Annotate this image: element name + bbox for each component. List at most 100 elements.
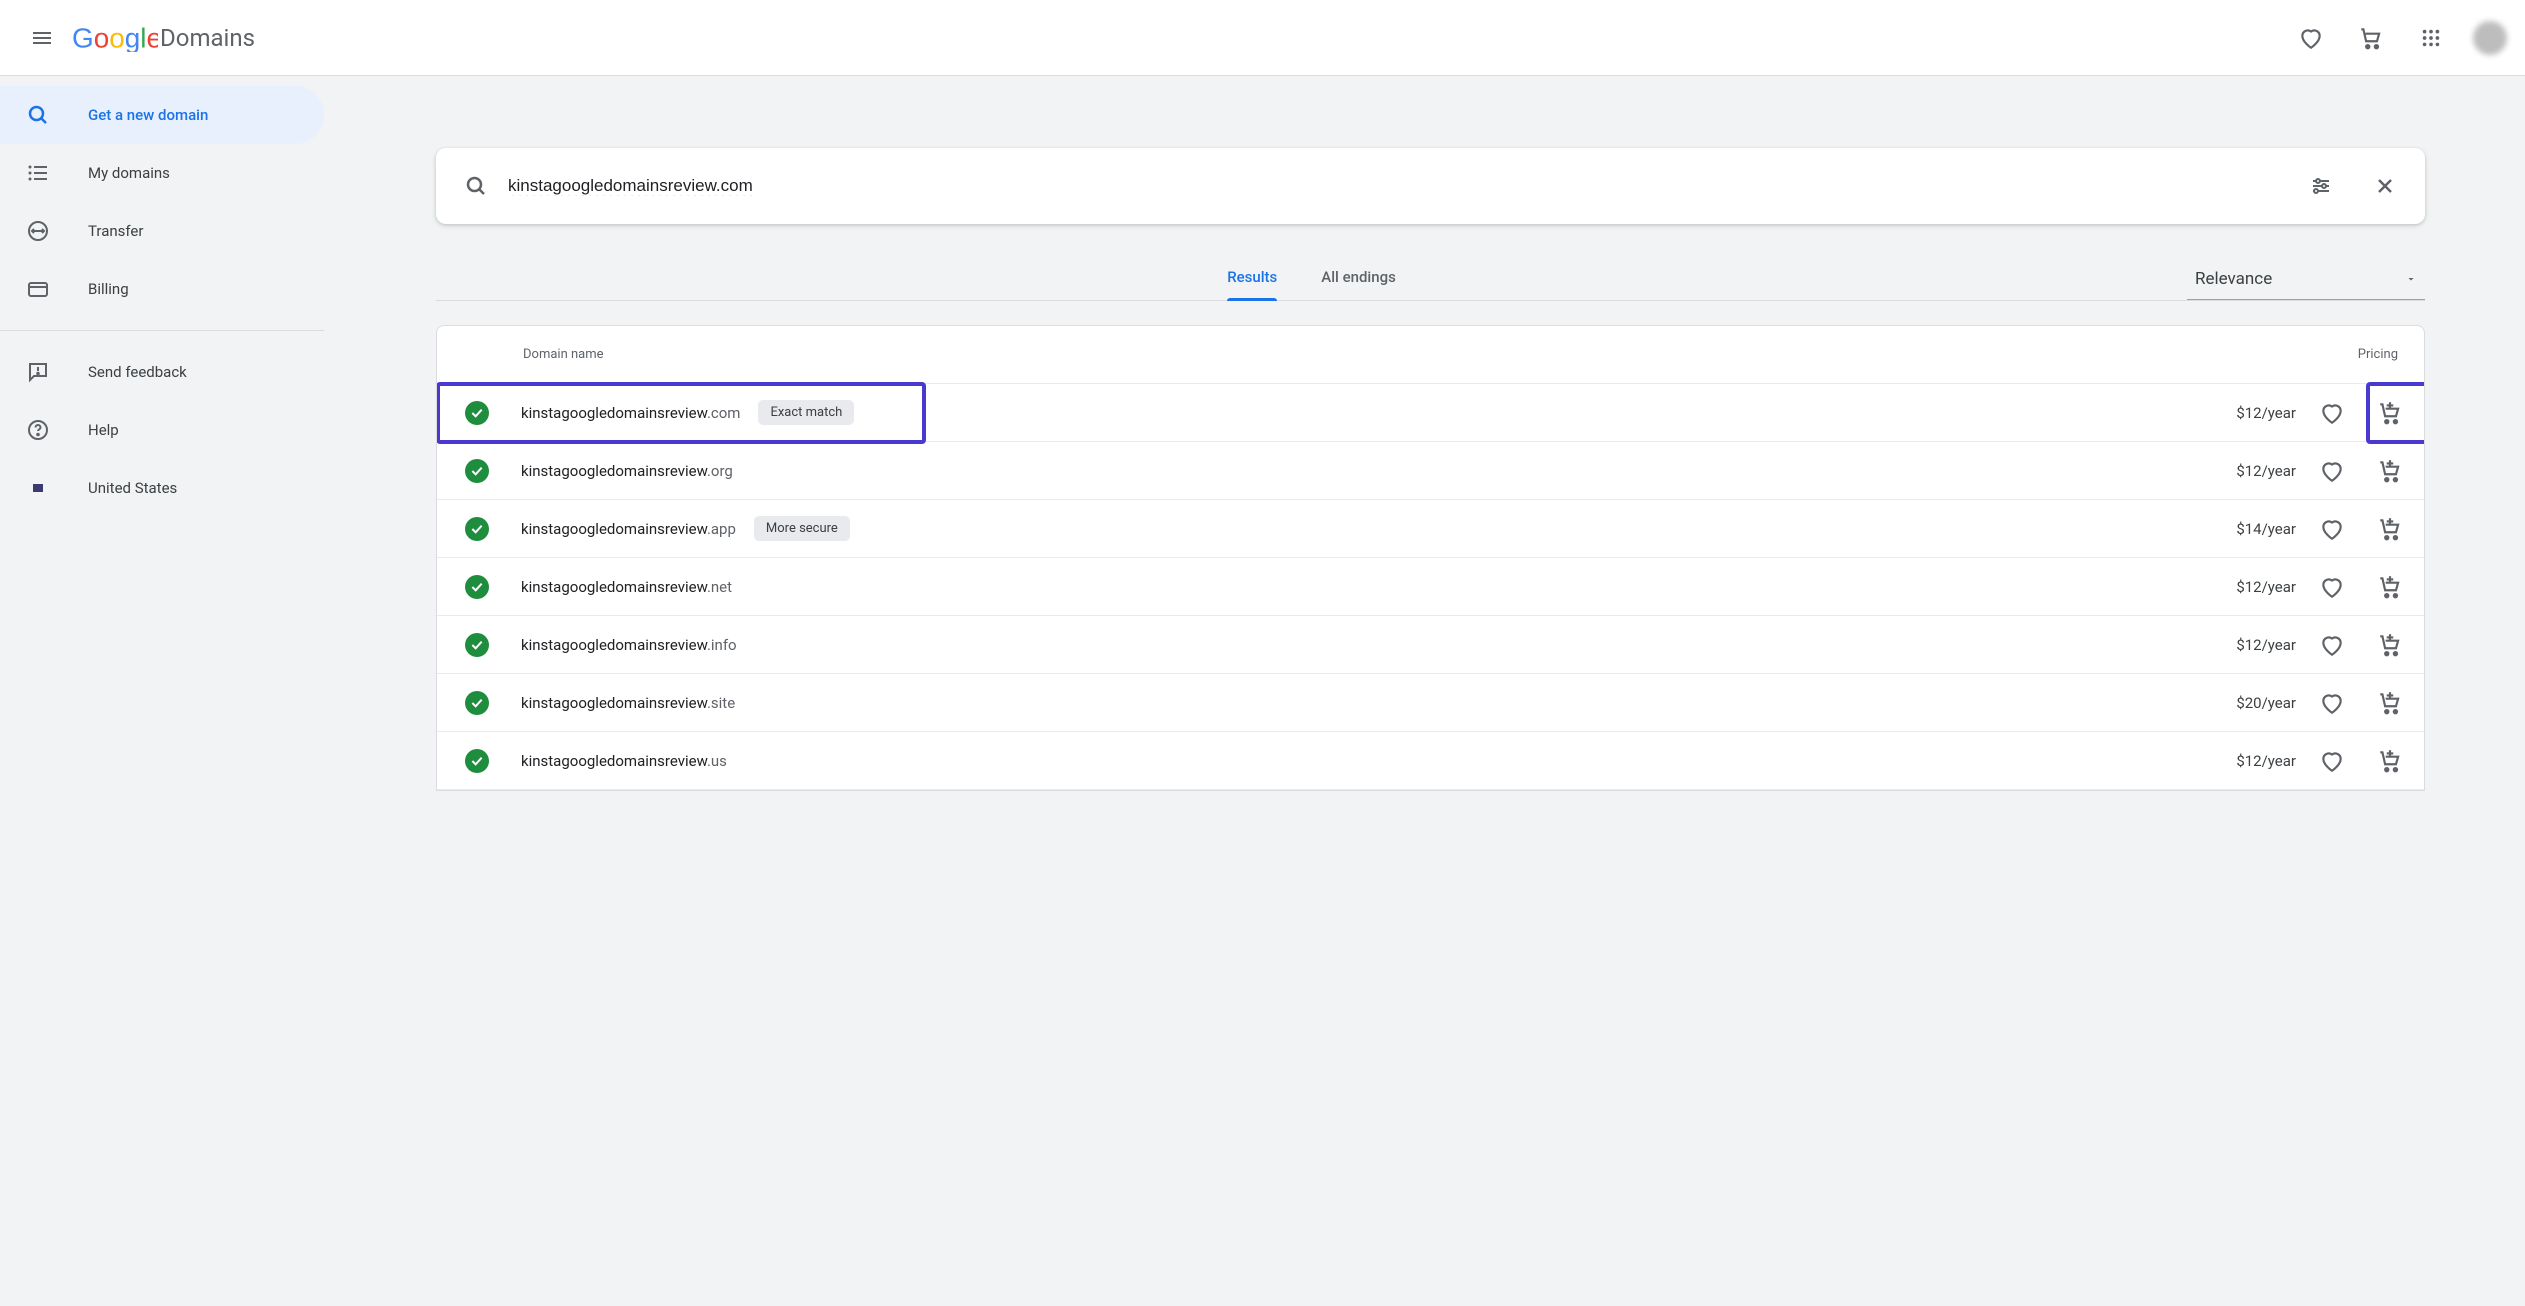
sidebar-item-label: United States bbox=[88, 479, 177, 497]
domain-name: kinstagoogledomainsreview.org bbox=[521, 462, 733, 480]
available-check-icon bbox=[465, 459, 489, 483]
domain-tag: Exact match bbox=[758, 400, 854, 425]
result-row[interactable]: kinstagoogledomainsreview.site $20/year bbox=[437, 674, 2424, 732]
heart-icon bbox=[2298, 25, 2324, 51]
tune-icon bbox=[2309, 174, 2333, 198]
price-label: $14/year bbox=[2236, 520, 2296, 538]
domain-tld: .net bbox=[707, 578, 732, 596]
sidebar-item-transfer[interactable]: Transfer bbox=[0, 202, 324, 260]
sidebar-item-country[interactable]: United States bbox=[0, 459, 324, 517]
domain-search-input[interactable] bbox=[508, 176, 2279, 196]
domain-tld: .com bbox=[707, 404, 741, 422]
favorite-button[interactable] bbox=[2310, 739, 2354, 783]
svg-text:Google: Google bbox=[72, 24, 158, 52]
result-row[interactable]: kinstagoogledomainsreview.app More secur… bbox=[437, 500, 2424, 558]
favorites-button[interactable] bbox=[2287, 14, 2335, 62]
add-to-cart-button[interactable] bbox=[2368, 391, 2412, 435]
sidebar-item-get-domain[interactable]: Get a new domain bbox=[0, 86, 324, 144]
favorite-button[interactable] bbox=[2310, 507, 2354, 551]
header: Google Domains bbox=[0, 0, 2525, 76]
add-to-cart-button[interactable] bbox=[2368, 739, 2412, 783]
tab-all-endings[interactable]: All endings bbox=[1299, 268, 1418, 300]
add-to-cart-button[interactable] bbox=[2368, 565, 2412, 609]
domain-tag: More secure bbox=[754, 516, 850, 541]
sidebar-item-label: Help bbox=[88, 421, 119, 439]
sidebar-item-label: Send feedback bbox=[88, 363, 187, 381]
feedback-icon bbox=[26, 360, 50, 384]
apps-button[interactable] bbox=[2407, 14, 2455, 62]
close-icon bbox=[2373, 174, 2397, 198]
tab-results[interactable]: Results bbox=[1205, 268, 1299, 300]
main-content: Results All endings Relevance Domain nam… bbox=[324, 76, 2525, 1306]
sidebar-item-billing[interactable]: Billing bbox=[0, 260, 324, 318]
price-label: $12/year bbox=[2236, 462, 2296, 480]
domain-name: kinstagoogledomainsreview.com bbox=[521, 404, 740, 422]
favorite-button[interactable] bbox=[2310, 391, 2354, 435]
domain-tld: .info bbox=[707, 636, 737, 654]
price-label: $12/year bbox=[2236, 578, 2296, 596]
avatar[interactable] bbox=[2473, 21, 2507, 55]
sort-selected-label: Relevance bbox=[2195, 269, 2272, 289]
transfer-icon bbox=[26, 219, 50, 243]
result-row[interactable]: kinstagoogledomainsreview.info $12/year bbox=[437, 616, 2424, 674]
list-icon bbox=[26, 161, 50, 185]
cart-icon bbox=[2358, 25, 2384, 51]
sidebar-divider bbox=[0, 330, 324, 331]
sidebar-item-my-domains[interactable]: My domains bbox=[0, 144, 324, 202]
domain-tld: .us bbox=[707, 752, 727, 770]
results-header-row: Domain name Pricing bbox=[437, 326, 2424, 384]
available-check-icon bbox=[465, 517, 489, 541]
domain-tld: .org bbox=[707, 462, 733, 480]
price-label: $12/year bbox=[2236, 636, 2296, 654]
result-row[interactable]: kinstagoogledomainsreview.us $12/year bbox=[437, 732, 2424, 790]
sidebar-item-help[interactable]: Help bbox=[0, 401, 324, 459]
menu-icon bbox=[30, 26, 54, 50]
add-to-cart-button[interactable] bbox=[2368, 507, 2412, 551]
favorite-button[interactable] bbox=[2310, 681, 2354, 725]
favorite-button[interactable] bbox=[2310, 623, 2354, 667]
domain-tld: .app bbox=[707, 520, 736, 538]
sidebar-item-label: Billing bbox=[88, 280, 129, 298]
available-check-icon bbox=[465, 633, 489, 657]
sidebar-item-label: My domains bbox=[88, 164, 170, 182]
credit-card-icon bbox=[26, 277, 50, 301]
domain-search-box bbox=[436, 148, 2425, 224]
chevron-down-icon bbox=[2405, 273, 2417, 285]
search-icon bbox=[464, 174, 488, 198]
domain-name: kinstagoogledomainsreview.us bbox=[521, 752, 727, 770]
domain-tld: .site bbox=[707, 694, 735, 712]
cart-button[interactable] bbox=[2347, 14, 2395, 62]
price-label: $12/year bbox=[2236, 752, 2296, 770]
domain-name: kinstagoogledomainsreview.app bbox=[521, 520, 736, 538]
favorite-button[interactable] bbox=[2310, 449, 2354, 493]
result-row[interactable]: kinstagoogledomainsreview.org $12/year bbox=[437, 442, 2424, 500]
hamburger-menu-button[interactable] bbox=[18, 14, 66, 62]
available-check-icon bbox=[465, 401, 489, 425]
domain-name: kinstagoogledomainsreview.net bbox=[521, 578, 732, 596]
available-check-icon bbox=[465, 691, 489, 715]
sidebar-item-feedback[interactable]: Send feedback bbox=[0, 343, 324, 401]
help-icon bbox=[26, 418, 50, 442]
search-settings-button[interactable] bbox=[2299, 164, 2343, 208]
logo[interactable]: Google Domains bbox=[72, 24, 255, 52]
add-to-cart-button[interactable] bbox=[2368, 681, 2412, 725]
add-to-cart-button[interactable] bbox=[2368, 449, 2412, 493]
sidebar-item-label: Transfer bbox=[88, 222, 143, 240]
domain-name: kinstagoogledomainsreview.site bbox=[521, 694, 735, 712]
domain-name: kinstagoogledomainsreview.info bbox=[521, 636, 737, 654]
sort-dropdown[interactable]: Relevance bbox=[2187, 269, 2425, 300]
available-check-icon bbox=[465, 575, 489, 599]
apps-grid-icon bbox=[2420, 27, 2442, 49]
result-row[interactable]: kinstagoogledomainsreview.com Exact matc… bbox=[437, 384, 2424, 442]
column-header-price: Pricing bbox=[2218, 347, 2398, 362]
price-label: $12/year bbox=[2236, 404, 2296, 422]
result-row[interactable]: kinstagoogledomainsreview.net $12/year bbox=[437, 558, 2424, 616]
google-logo-icon: Google bbox=[72, 24, 158, 52]
column-header-name: Domain name bbox=[523, 347, 2218, 362]
search-icon bbox=[26, 103, 50, 127]
favorite-button[interactable] bbox=[2310, 565, 2354, 609]
product-name: Domains bbox=[160, 24, 255, 52]
add-to-cart-button[interactable] bbox=[2368, 623, 2412, 667]
clear-search-button[interactable] bbox=[2363, 164, 2407, 208]
results-controls: Results All endings Relevance bbox=[436, 268, 2425, 301]
